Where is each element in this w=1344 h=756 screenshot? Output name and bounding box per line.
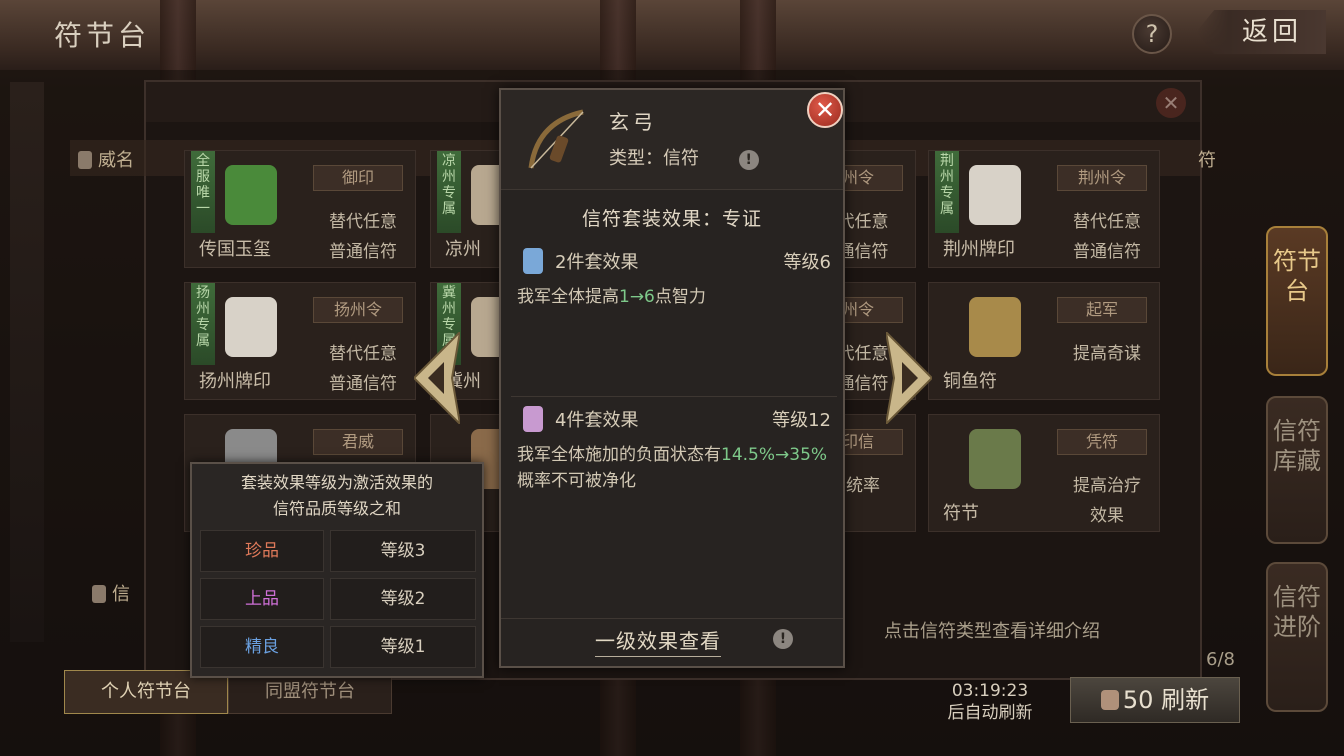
popup-footer: 一级效果查看 ! [501, 618, 843, 666]
card-tag: 扬州专属 [191, 283, 215, 365]
page-counter: 6/8 [1206, 649, 1235, 670]
effect-2pc: 2件套效果 等级6 我军全体提高1→6点智力 [517, 246, 831, 310]
bar-right-label: 符 [1198, 150, 1216, 171]
back-button[interactable]: 返回 [1196, 10, 1326, 54]
item-name: 玄弓 [609, 110, 657, 134]
effect-label: 4件套效果 [555, 410, 639, 431]
card-name: 铜鱼符 [943, 371, 997, 392]
card-name: 符节 [943, 503, 979, 524]
side-tab-fujietai[interactable]: 符节台 [1266, 226, 1328, 376]
card-badge: 荆州令 [1057, 165, 1147, 191]
tooltip-text: 套装效果等级为激活效果的 信符品质等级之和 [240, 473, 433, 518]
item-detail-popup: 玄弓 类型：信符 ! ✕ 信符套装效果：专证 2件套效果 等级6 我军全体提高1… [499, 88, 845, 668]
gem-blue-icon [523, 248, 543, 274]
left-decoration [10, 82, 44, 642]
xinfu-card[interactable]: 符节 凭符提高治疗 效果 [928, 414, 1160, 532]
card-name: 凉州 [445, 239, 481, 260]
card-tag: 全服唯一 [191, 151, 215, 233]
popup-header: 玄弓 类型：信符 ! ✕ [501, 90, 843, 190]
card-tag: 荆州专属 [935, 151, 959, 233]
bow-icon [517, 102, 593, 178]
xinfu-card[interactable]: 扬州专属扬州牌印 扬州令替代任意 普通信符 [184, 282, 416, 400]
timer-label: 后自动刷新 [947, 703, 1033, 723]
help-button[interactable]: ? [1132, 14, 1172, 54]
effect-text: 我军全体提高1→6点智力 [517, 287, 706, 307]
quality-name: 精良 [200, 626, 324, 668]
tooltip-row: 珍品 等级3 [200, 530, 476, 572]
card-desc: 替代任意 普通信符 [1073, 212, 1141, 262]
card-desc: 替代任意 普通信符 [329, 212, 397, 262]
effect-label: 2件套效果 [555, 252, 639, 273]
refresh-label: 刷新 [1161, 686, 1210, 714]
item-type-value: 信符 [663, 148, 699, 169]
card-desc: 提高治疗 效果 [1073, 476, 1141, 526]
main-close-button[interactable]: ✕ [1156, 88, 1186, 118]
xinfu-card[interactable]: 铜鱼符 起军提高奇谋 [928, 282, 1160, 400]
card-name: 扬州牌印 [199, 371, 271, 392]
type-info-icon[interactable]: ! [738, 150, 759, 170]
prev-arrow-icon[interactable] [412, 329, 462, 427]
footer-info-icon[interactable]: ! [773, 629, 793, 649]
card-desc: 替代任意 普通信符 [329, 344, 397, 394]
card-item-icon [225, 165, 277, 225]
effect-4pc: 4件套效果 等级12 我军全体施加的负面状态有14.5%→35%概率不可被净化 [517, 404, 831, 494]
effect-level: 等级12 [772, 410, 831, 431]
set-title: 信符套装效果：专证 [581, 208, 762, 230]
gem-purple-icon [523, 406, 543, 432]
card-item-icon [969, 297, 1021, 357]
title-bar: 符节台 ? 返回 [0, 0, 1344, 70]
coin-icon [1100, 690, 1119, 710]
quality-level: 等级3 [330, 530, 476, 572]
quality-name: 珍品 [200, 530, 324, 572]
card-item-icon [969, 165, 1021, 225]
quality-level: 等级1 [330, 626, 476, 668]
timer-value: 03:19:23 [951, 681, 1029, 701]
divider [511, 396, 837, 397]
card-badge: 扬州令 [313, 297, 403, 323]
level1-effect-link[interactable]: 一级效果查看 [595, 625, 721, 657]
card-item-icon [969, 429, 1021, 489]
weiming-label: 威名 [78, 146, 134, 172]
card-item-icon [225, 297, 277, 357]
card-desc: 提高奇谋 [1073, 344, 1141, 364]
xinfu-card[interactable]: 荆州专属荆州牌印 荆州令替代任意 普通信符 [928, 150, 1160, 268]
refresh-cost: 50 [1122, 686, 1154, 714]
quality-name: 上品 [200, 578, 324, 620]
hint-text: 点击信符类型查看详细介绍 [884, 621, 1100, 642]
card-badge: 君威 [313, 429, 403, 455]
quality-tooltip: 套装效果等级为激活效果的 信符品质等级之和 珍品 等级3 上品 等级2 精良 等… [190, 462, 484, 678]
refresh-button[interactable]: 50 刷新 [1070, 677, 1240, 723]
card-tag: 凉州专属 [437, 151, 461, 233]
card-badge: 御印 [313, 165, 403, 191]
xinfu-small-icon [92, 585, 106, 603]
item-type: 类型：信符 ! [609, 144, 759, 170]
side-tab-xinfu-kucang[interactable]: 信符库藏 [1266, 396, 1328, 544]
card-badge: 起军 [1057, 297, 1147, 323]
effect-level: 等级6 [783, 252, 831, 273]
side-tab-xinfu-jinjie[interactable]: 信符进阶 [1266, 562, 1328, 712]
page-title: 符节台 [54, 19, 151, 52]
tooltip-row: 上品 等级2 [200, 578, 476, 620]
card-badge: 凭符 [1057, 429, 1147, 455]
quality-level: 等级2 [330, 578, 476, 620]
card-name: 传国玉玺 [199, 239, 271, 260]
popup-close-button[interactable]: ✕ [807, 92, 843, 128]
refresh-timer: 03:19:23 后自动刷新 [930, 680, 1050, 724]
bottom-left-label: 信 [92, 580, 130, 606]
next-arrow-icon[interactable] [884, 329, 934, 427]
card-name: 荆州牌印 [943, 239, 1015, 260]
weiming-icon [78, 151, 92, 169]
tooltip-row: 精良 等级1 [200, 626, 476, 668]
effect-text: 我军全体施加的负面状态有14.5%→35%概率不可被净化 [517, 445, 828, 491]
xinfu-card[interactable]: 全服唯一传国玉玺 御印替代任意 普通信符 [184, 150, 416, 268]
item-type-label: 类型： [609, 148, 663, 169]
